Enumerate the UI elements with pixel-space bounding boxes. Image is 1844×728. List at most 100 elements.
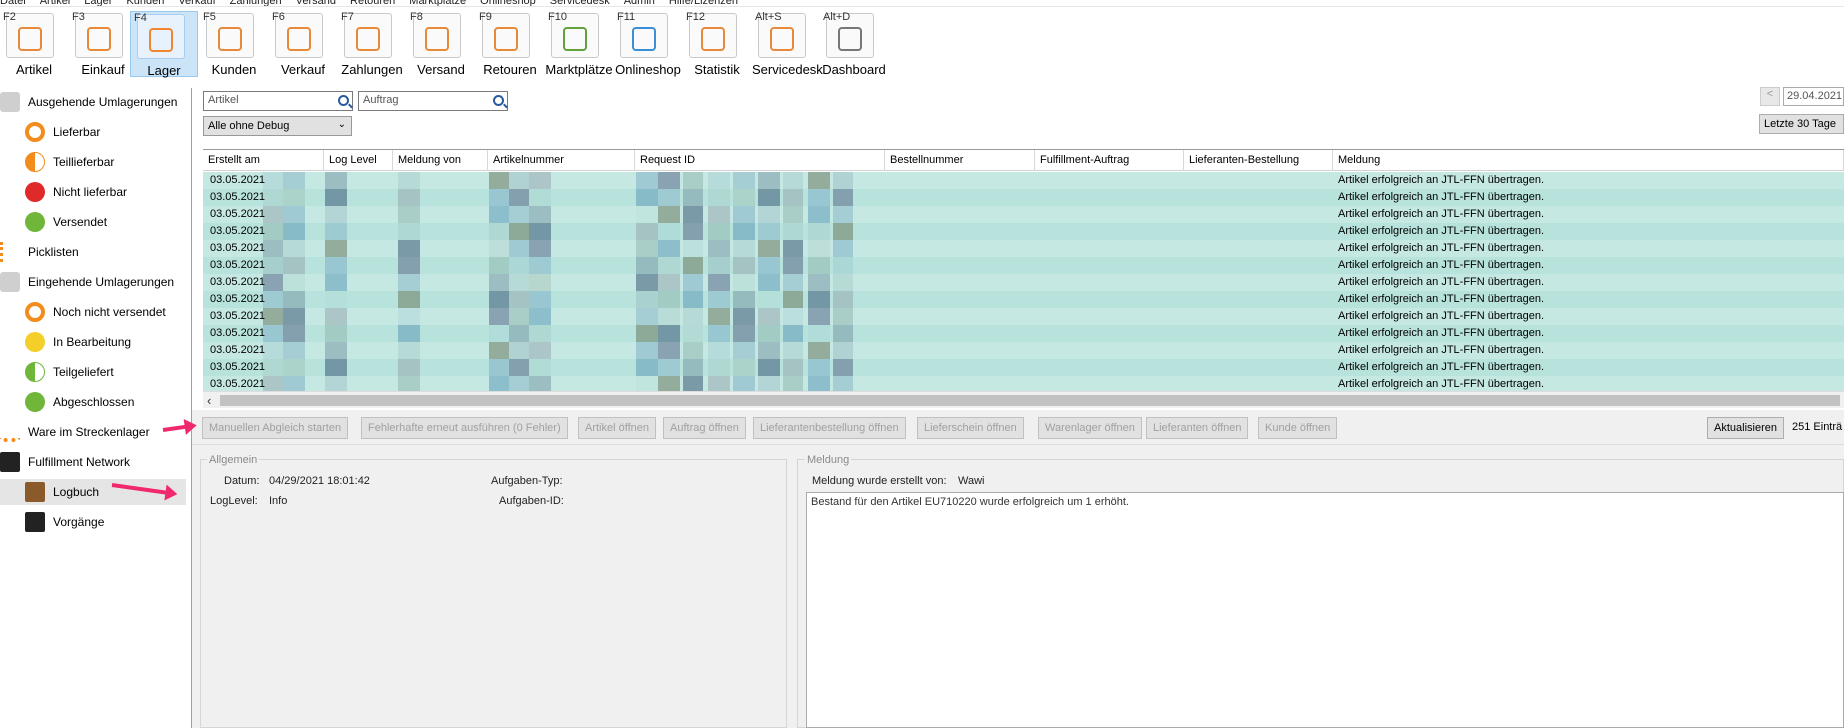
- menu-item[interactable]: Kunden: [126, 0, 164, 6]
- action-button-8[interactable]: Lieferanten öffnen: [1146, 417, 1249, 439]
- redacted-cell: [398, 325, 420, 342]
- message-cell: Artikel erfolgreich an JTL-FFN übertrage…: [1338, 174, 1545, 186]
- sidebar-item-in-bearbeitung[interactable]: In Bearbeitung: [0, 329, 131, 355]
- previous-date-button[interactable]: <: [1760, 87, 1780, 106]
- ribbon-button-zahlungen[interactable]: F7 Zahlungen: [338, 11, 406, 77]
- sidebar-item-lieferbar[interactable]: Lieferbar: [0, 119, 100, 145]
- sidebar-item-noch-nicht-versendet[interactable]: Noch nicht versendet: [0, 299, 166, 325]
- sidebar-item-abgeschlossen[interactable]: Abgeschlossen: [0, 389, 134, 415]
- redacted-cell: [509, 240, 529, 257]
- sidebar-item-fulfillment-network[interactable]: Fulfillment Network: [0, 449, 130, 475]
- menu-item[interactable]: Verkauf: [178, 0, 215, 6]
- sidebar-item-versendet[interactable]: Versendet: [0, 209, 107, 235]
- column-header[interactable]: Request ID: [635, 150, 885, 171]
- action-button-1[interactable]: Manuellen Abgleich starten: [202, 417, 349, 439]
- ribbon-button-label: Verkauf: [280, 62, 326, 77]
- column-header[interactable]: Meldung von: [393, 150, 488, 171]
- sidebar-item-nicht-lieferbar[interactable]: Nicht lieferbar: [0, 179, 127, 205]
- horizontal-scrollbar[interactable]: ‹: [203, 391, 1844, 408]
- table-row[interactable]: 03.05.2021 Artikel erfolgreich an JTL-FFN…: [203, 291, 1844, 308]
- sidebar-item-picklisten[interactable]: Picklisten: [0, 239, 79, 265]
- redacted-cell: [489, 240, 509, 257]
- action-button-2[interactable]: Fehlerhafte erneut ausführen (0 Fehler): [361, 417, 568, 439]
- scrollbar-thumb[interactable]: [220, 395, 1840, 406]
- menu-item[interactable]: Admin: [624, 0, 655, 6]
- menu-item[interactable]: Retouren: [350, 0, 395, 6]
- menu-item[interactable]: Servicedesk: [550, 0, 610, 6]
- column-header[interactable]: Fulfillment-Auftrag: [1035, 150, 1184, 171]
- action-button-6[interactable]: Lieferschein öffnen: [917, 417, 1024, 439]
- column-header[interactable]: Bestellnummer: [885, 150, 1035, 171]
- table-row[interactable]: 03.05.2021 Artikel erfolgreich an JTL-FFN…: [203, 206, 1844, 223]
- menu-item[interactable]: Datei: [0, 0, 26, 6]
- menu-item[interactable]: Marktplätze: [409, 0, 466, 6]
- column-header[interactable]: Artikelnummer: [488, 150, 635, 171]
- sidebar-item-ware-im-streckenlager[interactable]: Ware im Streckenlager: [0, 419, 150, 445]
- sidebar-item-label: Lieferbar: [53, 125, 101, 139]
- table-row[interactable]: 03.05.2021 Artikel erfolgreich an JTL-FFN…: [203, 325, 1844, 342]
- menu-item[interactable]: Zahlungen: [230, 0, 282, 6]
- ribbon-button-versand[interactable]: F8 Versand: [407, 11, 475, 77]
- action-button-4[interactable]: Auftrag öffnen: [663, 417, 746, 439]
- table-row[interactable]: 03.05.2021 Artikel erfolgreich an JTL-FFN…: [203, 342, 1844, 359]
- ribbon-button-einkauf[interactable]: F3 Einkauf: [69, 11, 137, 77]
- ribbon-button-label: Statistik: [694, 62, 740, 77]
- message-cell: Artikel erfolgreich an JTL-FFN übertrage…: [1338, 225, 1545, 237]
- datum-value: 04/29/2021 18:01:42: [269, 475, 370, 487]
- ribbon-button-retouren[interactable]: F9 Retouren: [476, 11, 544, 77]
- artikel-search-input[interactable]: Artikel: [203, 91, 353, 111]
- sidebar-item-teillieferbar[interactable]: Teillieferbar: [0, 149, 114, 175]
- refresh-button[interactable]: Aktualisieren: [1707, 417, 1784, 439]
- ribbon-button-marktplätze[interactable]: F10 Marktplätze: [545, 11, 613, 77]
- table-row[interactable]: 03.05.2021 Artikel erfolgreich an JTL-FFN…: [203, 274, 1844, 291]
- ribbon-button-dashboard[interactable]: Alt+D Dashboard: [820, 11, 888, 77]
- column-header[interactable]: Erstellt am: [203, 150, 324, 171]
- menu-item[interactable]: Versand: [296, 0, 336, 6]
- action-button-7[interactable]: Warenlager öffnen: [1038, 417, 1142, 439]
- column-header[interactable]: Lieferanten-Bestellung: [1184, 150, 1333, 171]
- column-header[interactable]: Meldung: [1333, 150, 1844, 171]
- search-icon[interactable]: [493, 95, 504, 106]
- ribbon-button-verkauf[interactable]: F6 Verkauf: [269, 11, 337, 77]
- sidebar-item-ausgehende-umlagerungen[interactable]: Ausgehende Umlagerungen: [0, 89, 177, 115]
- table-row[interactable]: 03.05.2021 Artikel erfolgreich an JTL-FFN…: [203, 240, 1844, 257]
- table-row[interactable]: 03.05.2021 Artikel erfolgreich an JTL-FFN…: [203, 359, 1844, 376]
- redacted-cell: [325, 172, 347, 189]
- search-icon[interactable]: [338, 95, 349, 106]
- action-button-3[interactable]: Artikel öffnen: [578, 417, 657, 439]
- redacted-cell: [529, 359, 551, 376]
- action-button-9[interactable]: Kunde öffnen: [1258, 417, 1338, 439]
- ribbon-button-artikel[interactable]: F2 Artikel: [0, 11, 68, 77]
- table-row[interactable]: 03.05.2021 Artikel erfolgreich an JTL-FFN…: [203, 308, 1844, 325]
- menu-item[interactable]: Artikel: [40, 0, 71, 6]
- action-button-5[interactable]: Lieferantenbestellung öffnen: [753, 417, 906, 439]
- ribbon-button-statistik[interactable]: F12 Statistik: [683, 11, 751, 77]
- auftrag-search-input[interactable]: Auftrag: [358, 91, 508, 111]
- scroll-left-icon[interactable]: ‹: [207, 393, 211, 408]
- table-row[interactable]: 03.05.2021 Artikel erfolgreich an JTL-FFN…: [203, 189, 1844, 206]
- menu-item[interactable]: Onlineshop: [480, 0, 536, 6]
- table-row[interactable]: 03.05.2021 Artikel erfolgreich an JTL-FFN…: [203, 257, 1844, 274]
- ribbon-button-servicedesk[interactable]: Alt+S Servicedesk: [752, 11, 823, 77]
- table-row[interactable]: 03.05.2021 Artikel erfolgreich an JTL-FFN…: [203, 172, 1844, 189]
- ribbon-button-onlineshop[interactable]: F11 Onlineshop: [614, 11, 682, 77]
- check-green-icon: [25, 212, 45, 232]
- ribbon-button-kunden[interactable]: F5 Kunden: [200, 11, 268, 77]
- column-header[interactable]: Log Level: [324, 150, 393, 171]
- redacted-cell: [263, 240, 283, 257]
- sidebar-item-teilgeliefert[interactable]: Teilgeliefert: [0, 359, 114, 385]
- message-cell: Artikel erfolgreich an JTL-FFN übertrage…: [1338, 276, 1545, 288]
- sidebar-item-vorgänge[interactable]: Vorgänge: [0, 509, 104, 535]
- menu-item[interactable]: Hilfe/Lizenzen: [669, 0, 738, 6]
- sidebar-item-label: Nicht lieferbar: [53, 185, 128, 199]
- date-field[interactable]: 29.04.2021: [1783, 87, 1844, 106]
- sidebar-item-eingehende-umlagerungen[interactable]: Eingehende Umlagerungen: [0, 269, 174, 295]
- date-range-button[interactable]: Letzte 30 Tage: [1759, 114, 1844, 134]
- message-textbox[interactable]: Bestand für den Artikel EU710220 wurde e…: [806, 492, 1844, 728]
- loglevel-select[interactable]: Alle ohne Debug ⌄: [203, 116, 352, 136]
- redacted-cell: [808, 308, 830, 325]
- table-row[interactable]: 03.05.2021 Artikel erfolgreich an JTL-FFN…: [203, 223, 1844, 240]
- menu-item[interactable]: Lager: [84, 0, 112, 6]
- ribbon-button-lager[interactable]: F4 Lager: [130, 11, 198, 78]
- sidebar-item-label: Ausgehende Umlagerungen: [28, 95, 178, 109]
